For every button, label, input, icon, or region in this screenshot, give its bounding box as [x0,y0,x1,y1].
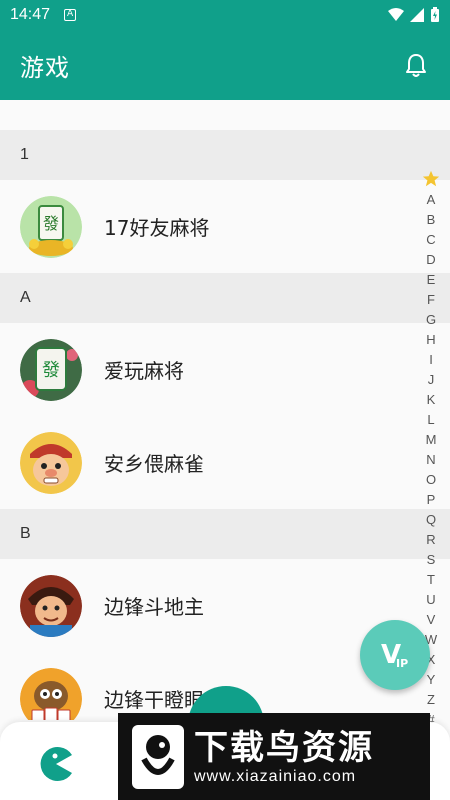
section-header-b: B [0,509,450,559]
index-letter-i[interactable]: I [429,350,433,370]
status-bar: 14:47 A [0,0,450,30]
pacman-icon[interactable] [38,746,74,782]
index-letter-u[interactable]: U [426,590,435,610]
bell-icon[interactable] [402,51,430,79]
svg-text:發: 發 [42,360,60,381]
status-time: 14:47 [10,6,51,23]
cartoon-face-icon [20,431,82,494]
index-letter-e[interactable]: E [427,270,436,290]
wifi-icon [388,8,404,21]
page-title: 游戏 [20,53,70,82]
svg-text:IP: IP [396,657,408,670]
index-letter-b[interactable]: B [427,210,436,230]
index-letter-t[interactable]: T [427,570,435,590]
game-name: 安乡偎麻雀 [104,452,204,476]
index-letter-y[interactable]: Y [427,670,436,690]
index-letter-g[interactable]: G [426,310,436,330]
index-letter-z[interactable]: Z [427,690,435,710]
battery-icon [431,7,439,22]
list-item[interactable]: 發 爱玩麻将 [0,323,450,416]
mahjong-fa-tile-icon: 發 [20,195,82,258]
game-name: 17好友麻将 [104,216,210,240]
signal-icon [410,8,424,22]
watermark-url: www.xiazainiao.com [194,767,357,785]
index-letter-m[interactable]: M [426,430,437,450]
section-header-a: A [0,273,450,323]
index-letter-o[interactable]: O [426,470,436,490]
bird-logo-icon [132,724,184,789]
vip-button[interactable]: V IP [360,620,430,690]
index-letter-s[interactable]: S [427,550,436,570]
game-name: 边锋干瞪眼 [104,688,204,712]
index-letter-q[interactable]: Q [426,510,436,530]
list-item[interactable]: 發 17好友麻将 [0,180,450,273]
star-icon[interactable] [422,170,440,188]
index-letter-v[interactable]: V [427,610,436,630]
cartoon-cards-icon [20,667,82,720]
index-letter-l[interactable]: L [427,410,434,430]
game-name: 爱玩麻将 [104,359,184,383]
section-header-1: 1 [0,130,450,180]
game-name: 边锋斗地主 [104,595,204,619]
index-letter-f[interactable]: F [427,290,435,310]
watermark-title: 下载鸟资源 [194,727,374,768]
index-letter-d[interactable]: D [426,250,435,270]
watermark-overlay: 下载鸟资源 www.xiazainiao.com [118,713,430,800]
list-item[interactable]: 安乡偎麻雀 [0,416,450,509]
vip-icon: V IP [381,640,408,670]
app-bar: 游戏 [0,30,450,100]
mahjong-tile-icon: 發 [20,338,82,401]
index-letter-c[interactable]: C [426,230,435,250]
index-letter-r[interactable]: R [426,530,435,550]
index-letter-k[interactable]: K [427,390,436,410]
index-letter-n[interactable]: N [426,450,435,470]
index-letter-p[interactable]: P [427,490,436,510]
index-letter-a[interactable]: A [427,190,436,210]
cartoon-character-icon [20,574,82,637]
notification-icon: A [64,9,77,21]
index-letter-j[interactable]: J [428,370,435,390]
svg-text:發: 發 [43,214,59,233]
index-letter-h[interactable]: H [426,330,435,350]
